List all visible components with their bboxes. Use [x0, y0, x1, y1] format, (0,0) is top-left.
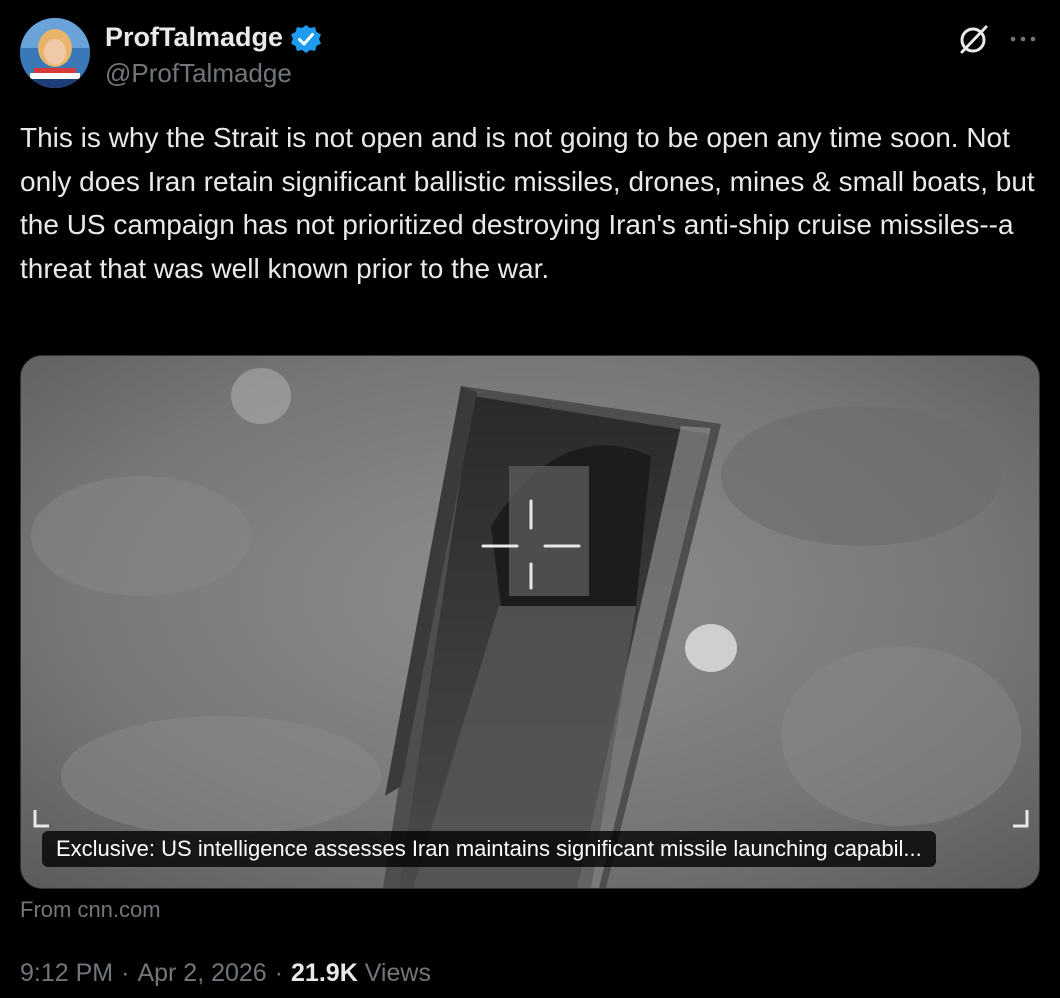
- tweet-meta: 9:12 PM · Apr 2, 2026 · 21.9K Views: [20, 955, 431, 991]
- verified-badge-icon: [289, 24, 323, 54]
- tweet-text: This is why the Strait is not open and i…: [20, 122, 1043, 284]
- link-card-source[interactable]: From cnn.com: [20, 895, 161, 925]
- views-count[interactable]: 21.9K: [291, 959, 358, 987]
- meta-separator: ·: [121, 959, 130, 987]
- link-card-caption[interactable]: Exclusive: US intelligence assesses Iran…: [42, 831, 936, 867]
- author-display-name[interactable]: ProfTalmadge: [105, 20, 283, 54]
- avatar[interactable]: [20, 18, 90, 88]
- views-label[interactable]: Views: [365, 959, 431, 987]
- author-handle[interactable]: @ProfTalmadge: [105, 57, 292, 89]
- more-options-icon[interactable]: [1006, 26, 1040, 52]
- meta-separator: ·: [274, 959, 284, 987]
- grok-icon[interactable]: [955, 22, 991, 58]
- tweet-time[interactable]: 9:12 PM: [20, 959, 113, 987]
- link-card-media[interactable]: Exclusive: US intelligence assesses Iran…: [20, 355, 1040, 889]
- tweet-date[interactable]: Apr 2, 2026: [137, 959, 266, 987]
- aerial-image: [21, 356, 1039, 888]
